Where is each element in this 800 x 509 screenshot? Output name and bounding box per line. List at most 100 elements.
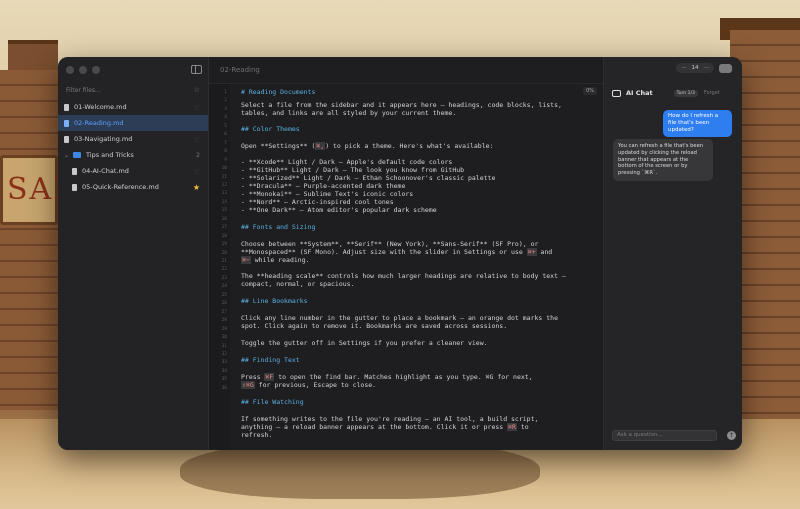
content-line: - **Xcode** Light / Dark — Apple's defau…: [241, 158, 453, 166]
inline-code: ⌘,: [315, 142, 326, 150]
content-text: while reading.: [250, 256, 310, 264]
star-icon[interactable]: ★: [193, 183, 200, 192]
chat-toggle-icon[interactable]: [719, 63, 732, 73]
folder-icon: [73, 152, 82, 158]
line-number[interactable]: 22: [209, 267, 227, 272]
line-number[interactable]: 15: [209, 208, 227, 213]
line-number[interactable]: 5: [209, 124, 227, 129]
line-number[interactable]: 34: [209, 369, 227, 374]
background-saloon-sign: SAL: [0, 155, 73, 225]
header-divider: [209, 83, 603, 84]
line-number[interactable]: 28: [209, 318, 227, 323]
line-number[interactable]: 23: [209, 276, 227, 281]
content-heading: ## Finding Text: [241, 356, 300, 364]
content-line: Press ⌘F to open the find bar. Matches h…: [241, 373, 533, 381]
line-number[interactable]: 17: [209, 225, 227, 230]
decrease-icon[interactable]: —: [681, 65, 687, 71]
close-button[interactable]: [66, 66, 74, 74]
content-line: refresh.: [241, 431, 273, 439]
line-number[interactable]: 4: [209, 115, 227, 120]
star-icon[interactable]: ☆: [193, 167, 200, 176]
content-heading: ## Color Themes: [241, 125, 300, 133]
line-gutter[interactable]: 1 2 3 4 5 6 7 8 9 10 11 12 13 14 15 16 17 18 19 20 21 22 23 24 2…: [209, 84, 230, 450]
file-label: 05-Quick-Reference.md: [82, 183, 159, 191]
inline-code: ⌘R: [507, 423, 517, 431]
line-number[interactable]: 8: [209, 149, 227, 154]
filter-input[interactable]: [66, 86, 176, 94]
content-line: - **One Dark** — Atom editor's popular d…: [241, 206, 437, 214]
line-number[interactable]: 13: [209, 191, 227, 196]
line-number[interactable]: 25: [209, 293, 227, 298]
line-number[interactable]: 36: [209, 386, 227, 391]
ai-message: You can refresh a file that's been updat…: [613, 139, 713, 181]
file-label: 02-Reading.md: [74, 119, 124, 127]
line-number[interactable]: 19: [209, 242, 227, 247]
content-line: If something writes to the file you're r…: [241, 415, 539, 423]
line-number[interactable]: 10: [209, 166, 227, 171]
line-number[interactable]: 33: [209, 360, 227, 365]
line-number[interactable]: 11: [209, 175, 227, 180]
content-line: The **heading scale** controls how much …: [241, 272, 566, 280]
line-number[interactable]: 35: [209, 377, 227, 382]
send-icon[interactable]: ↑: [727, 430, 736, 440]
file-item[interactable]: 02-Reading.md ☆: [58, 115, 208, 131]
file-item[interactable]: 03-Navigating.md ☆: [58, 131, 208, 147]
line-number[interactable]: 7: [209, 141, 227, 146]
line-number[interactable]: 27: [209, 310, 227, 315]
document-icon: [72, 167, 77, 175]
sidebar-toggle-icon[interactable]: [191, 65, 202, 74]
document-icon: [64, 103, 69, 111]
line-number[interactable]: 20: [209, 251, 227, 256]
line-number[interactable]: 14: [209, 200, 227, 205]
content-heading: ## Line Bookmarks: [241, 297, 308, 305]
content-text: **Monospaced** (SF Mono). Adjust size wi…: [241, 248, 527, 256]
line-number[interactable]: 1: [209, 90, 227, 95]
line-number[interactable]: 9: [209, 158, 227, 163]
content-line: spot. Click again to remove it. Bookmark…: [241, 322, 508, 330]
line-number[interactable]: 2: [209, 98, 227, 103]
progress-badge: 0%: [583, 87, 597, 95]
document-title: 02-Reading: [220, 66, 260, 74]
content-line: Choose between **System**, **Serif** (Ne…: [241, 240, 539, 248]
content-line: - **Nord** — Arctic-inspired cool tones: [241, 198, 394, 206]
content-line: - **Monokai** — Sublime Text's iconic co…: [241, 190, 414, 198]
file-item[interactable]: 05-Quick-Reference.md ★: [58, 179, 208, 195]
chat-input[interactable]: [612, 429, 717, 441]
line-number[interactable]: 18: [209, 234, 227, 239]
star-icon[interactable]: ☆: [193, 119, 200, 128]
line-number[interactable]: 3: [209, 107, 227, 112]
line-number[interactable]: 24: [209, 284, 227, 289]
line-number[interactable]: 21: [209, 259, 227, 264]
forget-button[interactable]: Forget: [704, 90, 720, 96]
increase-icon[interactable]: —: [704, 65, 710, 71]
star-icon[interactable]: ☆: [193, 135, 200, 144]
content-heading: ## Fonts and Sizing: [241, 223, 316, 231]
line-number[interactable]: 26: [209, 301, 227, 306]
star-filter-icon[interactable]: ☆: [194, 86, 200, 94]
line-number[interactable]: 32: [209, 352, 227, 357]
content-text: Open **Settings** (: [241, 142, 316, 150]
content-line: anything — a reload banner appears at th…: [241, 423, 529, 431]
chevron-down-icon[interactable]: ⌄: [64, 152, 69, 159]
star-icon[interactable]: ☆: [193, 103, 200, 112]
line-number[interactable]: 29: [209, 327, 227, 332]
zoom-button[interactable]: [92, 66, 100, 74]
line-number[interactable]: 31: [209, 344, 227, 349]
line-number[interactable]: 6: [209, 132, 227, 137]
content-text: Press: [241, 373, 265, 381]
inline-code: ⌘−: [241, 256, 251, 264]
content-text: to open the find bar. Matches highlight …: [274, 373, 533, 381]
line-number[interactable]: 12: [209, 183, 227, 188]
inline-code: ⌘+: [526, 248, 537, 256]
folder-item[interactable]: ⌄ Tips and Tricks 2: [58, 147, 208, 163]
document-icon: [64, 119, 69, 127]
file-item[interactable]: 01-Welcome.md ☆: [58, 99, 208, 115]
minimize-button[interactable]: [79, 66, 87, 74]
line-number[interactable]: 30: [209, 335, 227, 340]
inline-code: ⌘F: [264, 373, 275, 381]
file-label: 04-AI-Chat.md: [82, 167, 129, 175]
file-item[interactable]: 04-AI-Chat.md ☆: [58, 163, 208, 179]
folder-count: 2: [196, 151, 200, 159]
line-number[interactable]: 16: [209, 217, 227, 222]
font-size-stepper[interactable]: — 14 —: [676, 63, 714, 73]
